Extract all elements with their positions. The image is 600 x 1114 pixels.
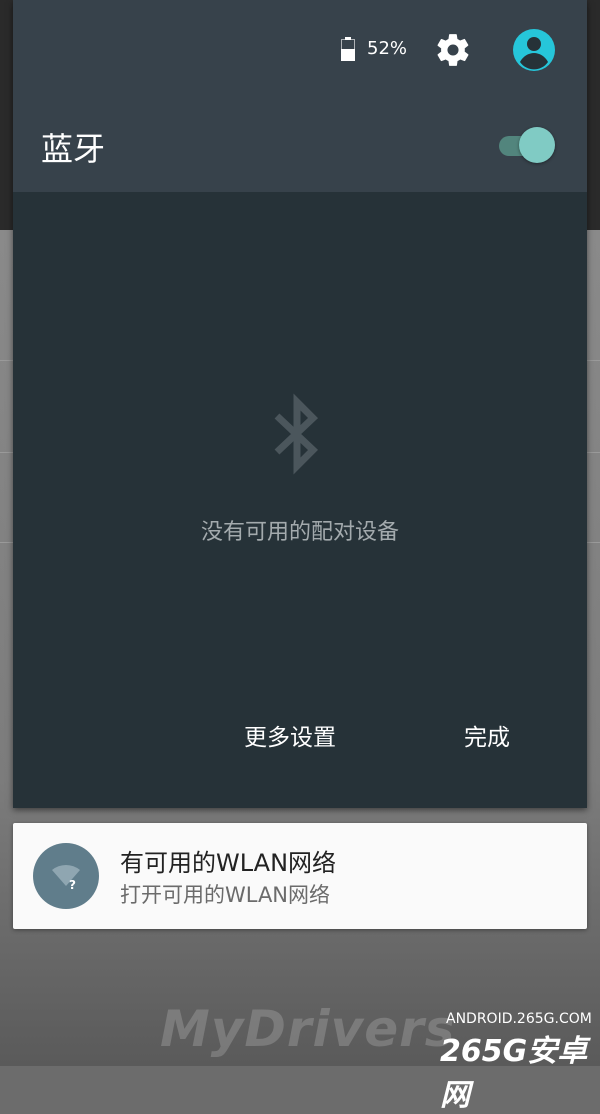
panel-title: 蓝牙 <box>41 130 106 168</box>
no-paired-devices-message: 没有可用的配对设备 <box>200 520 399 545</box>
wifi-question-icon: ? <box>52 864 80 892</box>
wlan-notification-card[interactable]: ? 有可用的WLAN网络 打开可用的WLAN网络 <box>13 823 587 929</box>
done-button[interactable]: 完成 <box>464 718 510 752</box>
svg-text:?: ? <box>69 878 76 892</box>
toggle-thumb <box>519 127 555 163</box>
settings-gear-icon[interactable] <box>434 31 472 69</box>
battery-percentage: 52% <box>367 38 408 59</box>
mydrivers-watermark: MyDrivers <box>160 1000 456 1058</box>
brand-watermark: 265G安卓网 <box>440 1034 588 1113</box>
bluetooth-quick-settings-panel: 52% 蓝牙 没有可用的配对设备 更多设置 完成 <box>13 0 587 808</box>
notification-title: 有可用的WLAN网络 <box>120 849 337 877</box>
notification-icon-circle: ? <box>33 843 99 909</box>
site-watermark: ANDROID.265G.COM <box>446 1011 592 1027</box>
more-settings-button[interactable]: 更多设置 <box>244 718 336 752</box>
bluetooth-icon <box>274 393 319 475</box>
battery-icon <box>341 37 355 61</box>
notification-subtitle: 打开可用的WLAN网络 <box>120 883 331 907</box>
user-avatar-icon[interactable] <box>513 29 555 71</box>
bluetooth-toggle[interactable] <box>497 126 555 164</box>
panel-header: 52% 蓝牙 <box>13 0 587 192</box>
